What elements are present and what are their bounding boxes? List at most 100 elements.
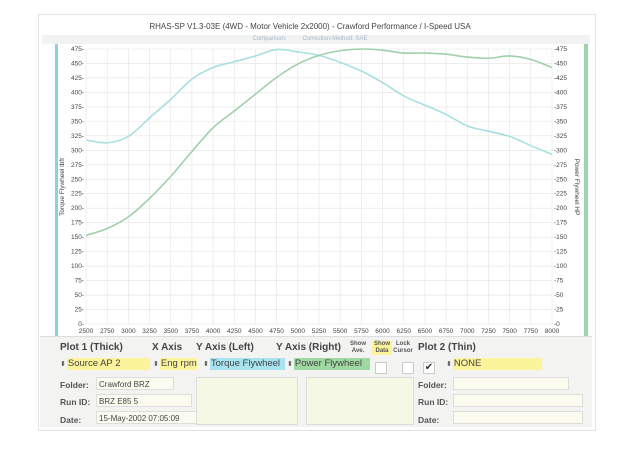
plot2-value: NONE	[452, 358, 542, 370]
plot2-select[interactable]: ⬍ NONE	[446, 358, 546, 370]
x-tick-label: 5500	[333, 328, 348, 335]
y-right-tick-label: -250	[554, 176, 567, 183]
y-right-tick-label: -75	[554, 278, 564, 285]
y-right-tick-label: -50	[554, 292, 564, 299]
y-right-tick-label: -100	[554, 263, 567, 270]
y-left-tick-label: 25-	[75, 307, 84, 314]
spinner-icon: ⬍	[203, 361, 209, 368]
y-left-tick-label: 125-	[71, 249, 84, 256]
y-right-tick-label: -125	[554, 249, 567, 256]
x-tick-label: 6250	[396, 328, 411, 335]
y-left-tick-label: 275-	[71, 162, 84, 169]
plot2-date-label: Date:	[418, 415, 440, 425]
y-left-tick-label: 225-	[71, 191, 84, 198]
plot1-folder-label: Folder:	[60, 380, 89, 390]
y-left-tick-label: 450-	[71, 60, 84, 67]
yright-select[interactable]: ⬍ Power Flywheel	[287, 358, 373, 370]
yleft-heading: Y Axis (Left)	[196, 342, 254, 353]
x-tick-label: 5000	[291, 328, 306, 335]
y-left-tick-label: 475-	[71, 46, 84, 53]
plot1-value: Source AP 2	[66, 358, 150, 370]
x-tick-label: 6750	[439, 328, 454, 335]
y-right-tick-label: -175	[554, 220, 567, 227]
plot2-folder-field[interactable]	[453, 377, 569, 390]
y-left-tick-label: 200-	[71, 205, 84, 212]
y-left-tick-label: 75-	[75, 278, 84, 285]
y-right-tick-label: -25	[554, 307, 564, 314]
show-ave-checkbox[interactable]	[375, 362, 387, 374]
x-tick-label: 6500	[418, 328, 433, 335]
x-tick-label: 4000	[206, 328, 221, 335]
y-left-tick-label: 350-	[71, 118, 84, 125]
spinner-icon: ⬍	[153, 361, 159, 368]
spinner-icon: ⬍	[60, 361, 66, 368]
plot1-date-field[interactable]: 15-May-2002 07:05:09	[96, 411, 200, 424]
y-left-tick-label: 50-	[75, 292, 84, 299]
notes-box-2[interactable]	[306, 377, 414, 425]
y-left-tick-label: 400-	[71, 89, 84, 96]
dyno-chart[interactable]: 2500 2750 3000 3250 3500 3750 4000 4250 4500 4750…	[0, 0, 620, 340]
y-right-tick-label: -450	[554, 60, 567, 67]
x-tick-label: 5250	[312, 328, 327, 335]
x-tick-label: 6000	[375, 328, 390, 335]
plot1-runid-field[interactable]: BRZ E85 5	[96, 394, 192, 407]
lock-cursor-label: Lock Cursor	[393, 341, 413, 354]
grid	[85, 48, 553, 325]
y-right-tick-label: -200	[554, 205, 567, 212]
y-axis-right-label: Power Flywheel HP	[573, 159, 580, 216]
plot1-select[interactable]: ⬍ Source AP 2	[60, 358, 156, 370]
y-left-tick-label: 325-	[71, 133, 84, 140]
x-tick-label: 7500	[502, 328, 517, 335]
notes-box-1[interactable]	[196, 377, 298, 425]
y-left-tick-label: 250-	[71, 176, 84, 183]
yright-heading: Y Axis (Right)	[276, 342, 342, 353]
y-right-tick-label: -400	[554, 89, 567, 96]
show-data-checkbox[interactable]	[402, 362, 414, 374]
lock-cursor-checkbox[interactable]: ✔	[423, 362, 435, 374]
y-left-tick-label: 300-	[71, 147, 84, 154]
show-ave-label: Show Ave.	[350, 341, 366, 354]
x-tick-label: 2500	[79, 328, 94, 335]
plot2-folder-label: Folder:	[418, 380, 447, 390]
spinner-icon: ⬍	[287, 361, 293, 368]
x-tick-label: 3500	[163, 328, 178, 335]
x-tick-label: 7750	[524, 328, 539, 335]
y-left-tick-label: 100-	[71, 263, 84, 270]
plot1-date-label: Date:	[60, 415, 82, 425]
xaxis-heading: X Axis	[152, 342, 183, 353]
y-left-tick-label: 150-	[71, 234, 84, 241]
plot2-date-field[interactable]	[453, 411, 583, 424]
x-tick-label: 5750	[354, 328, 369, 335]
plot1-folder-field[interactable]: Crawford BRZ	[96, 377, 174, 390]
plot2-runid-label: Run ID:	[418, 397, 449, 407]
yleft-select[interactable]: ⬍ Torque Flywheel	[203, 358, 288, 370]
xaxis-select[interactable]: ⬍ Eng rpm	[153, 358, 199, 370]
plot2-runid-field[interactable]	[453, 394, 583, 407]
y-right-tick-label: -225	[554, 191, 567, 198]
y-right-tick-label: -325	[554, 133, 567, 140]
y-right-tick-label: -375	[554, 104, 567, 111]
y-left-tick-label: 0-	[78, 321, 84, 328]
y-right-tick-label: -350	[554, 118, 567, 125]
y-right-tick-label: -0	[554, 321, 560, 328]
y-axis-left-label: Torque Flywheel lbft	[59, 158, 66, 216]
show-data-label: Show Data	[372, 341, 392, 355]
plot1-runid-label: Run ID:	[60, 397, 91, 407]
x-tick-label: 4500	[248, 328, 263, 335]
x-tick-label: 7000	[460, 328, 475, 335]
x-tick-label: 2750	[100, 328, 115, 335]
y-right-tick-label: -425	[554, 75, 567, 82]
x-tick-label: 7250	[481, 328, 496, 335]
x-tick-label: 8000	[545, 328, 560, 335]
x-tick-label: 4750	[269, 328, 284, 335]
x-tick-label: 3000	[121, 328, 136, 335]
plot1-heading: Plot 1 (Thick)	[60, 342, 123, 353]
y-right-tick-label: -275	[554, 162, 567, 169]
x-tick-label: 3250	[142, 328, 157, 335]
yleft-value: Torque Flywheel	[209, 358, 285, 370]
x-tick-label: 4250	[227, 328, 242, 335]
y-left-tick-label: 175-	[71, 220, 84, 227]
y-right-tick-label: -150	[554, 234, 567, 241]
y-left-tick-label: 375-	[71, 104, 84, 111]
plot2-heading: Plot 2 (Thin)	[418, 342, 476, 353]
